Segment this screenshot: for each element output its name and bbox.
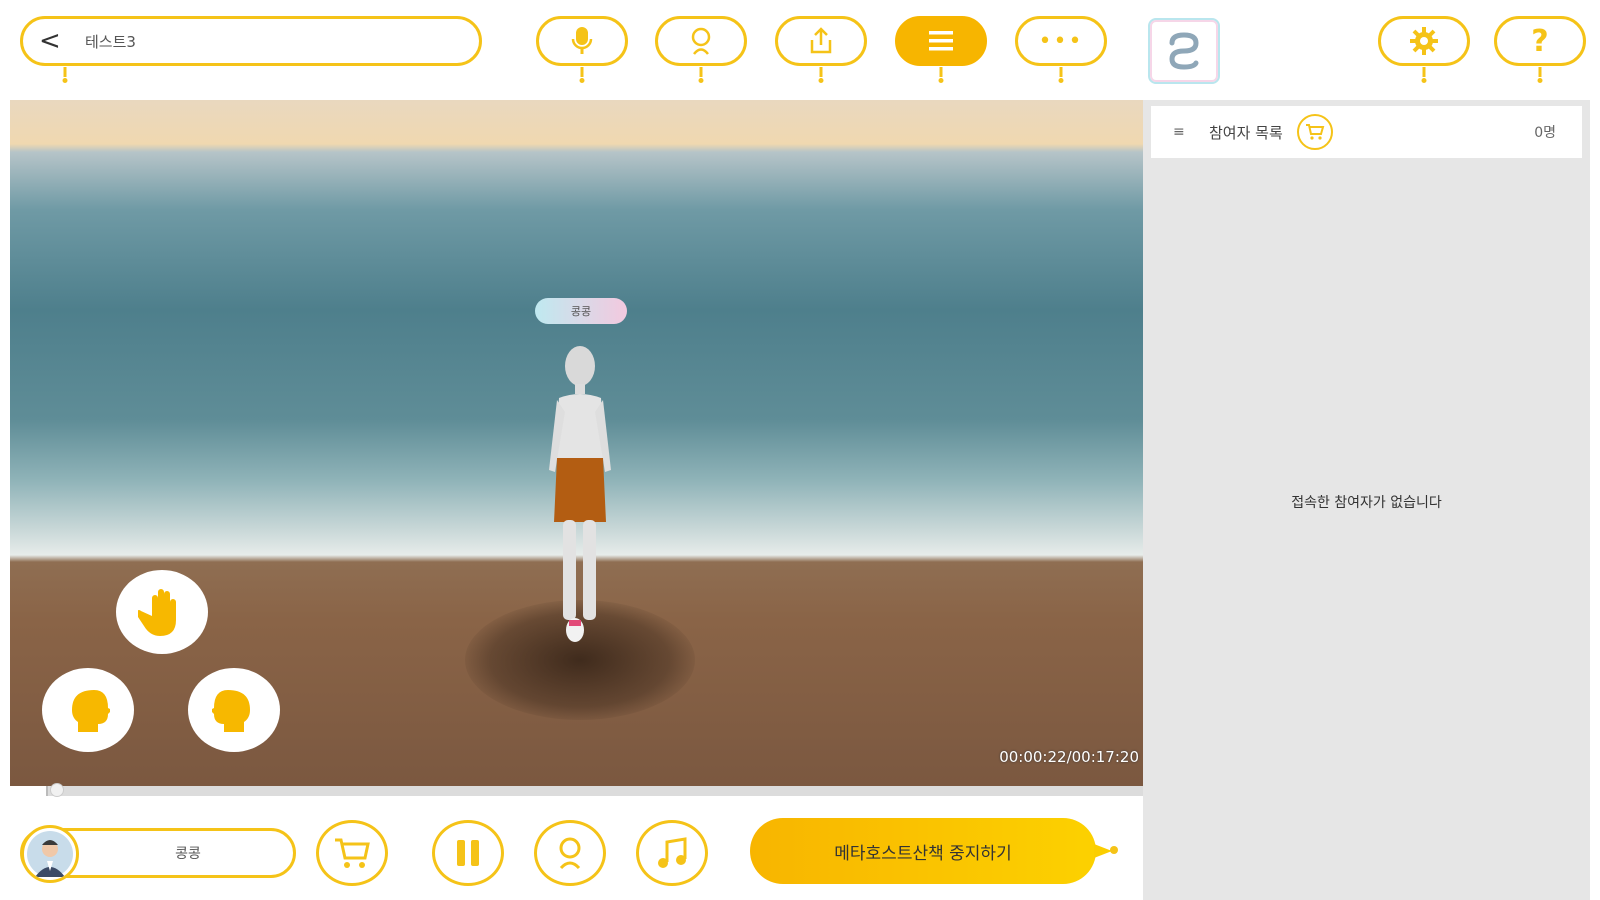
cart-icon [1305,124,1325,140]
bubble-tail [62,67,68,83]
link-icon [1169,32,1199,70]
avatar-icon [559,837,581,870]
head-right-button[interactable] [188,668,280,752]
share-button[interactable] [775,16,867,83]
menu-icon[interactable]: ≡ [1173,124,1199,140]
user-profile[interactable]: 콩콩 [20,825,296,883]
settings-icon [1410,27,1438,55]
playback-progress-bar[interactable] [10,783,1143,797]
playback-timecode: 00:00:22/00:17:20 [999,748,1139,766]
user-name: 콩콩 [175,846,201,862]
share-icon [810,27,832,54]
cart-icon [335,838,370,868]
room-name-field[interactable]: < 테스트3 [20,16,482,83]
head-left-icon [72,690,110,732]
room-name: 테스트3 [85,32,136,51]
stop-walk-button[interactable]: 메타호스트산책 중지하기 [750,818,1112,884]
pause-icon [457,840,479,866]
participant-count: 0명 [1534,125,1556,141]
microphone-button[interactable] [536,16,628,83]
settings-button[interactable] [1378,16,1470,83]
progress-fill [10,786,48,796]
progress-handle[interactable] [50,783,64,797]
help-button[interactable]: ? [1494,16,1586,83]
pause-button[interactable] [432,820,504,886]
menu-button[interactable] [895,16,987,83]
participant-panel-header: ≡ 참여자 목록 0명 [1151,106,1582,158]
music-icon [658,837,687,868]
hand-gesture-button[interactable] [116,570,208,654]
participant-panel: ≡ 참여자 목록 0명 접속한 참여자가 없습니다 [1143,100,1590,900]
cart-button[interactable] [1296,114,1333,150]
participant-list-title: 참여자 목록 [1209,123,1283,142]
avatar-control-button[interactable] [534,820,606,886]
head-right-icon [212,690,250,732]
help-icon: ? [1531,23,1549,59]
avatar-button[interactable] [655,16,747,83]
stop-walk-label: 메타호스트산책 중지하기 [834,843,1012,864]
bubble-dot [1110,846,1118,854]
avatar-icon [27,831,73,877]
user-avatar [21,825,79,883]
head-left-button[interactable] [42,668,134,752]
back-button[interactable]: < [39,28,69,54]
link-button[interactable] [1148,18,1220,84]
avatar-nametag: 콩콩 [535,298,627,324]
hand-icon [138,589,176,636]
avatar-icon [691,27,711,55]
microphone-icon [571,27,593,54]
avatar-figure [549,346,611,642]
cart-button[interactable] [316,820,388,886]
music-button[interactable] [636,820,708,886]
more-button[interactable]: ••• [1015,16,1107,83]
more-icon: ••• [1038,28,1084,54]
empty-participants-message: 접속한 참여자가 없습니다 [1291,495,1442,511]
virtual-stage[interactable]: 콩콩 00:00:22/00:17:20 [10,100,1143,786]
menu-icon [929,31,953,51]
